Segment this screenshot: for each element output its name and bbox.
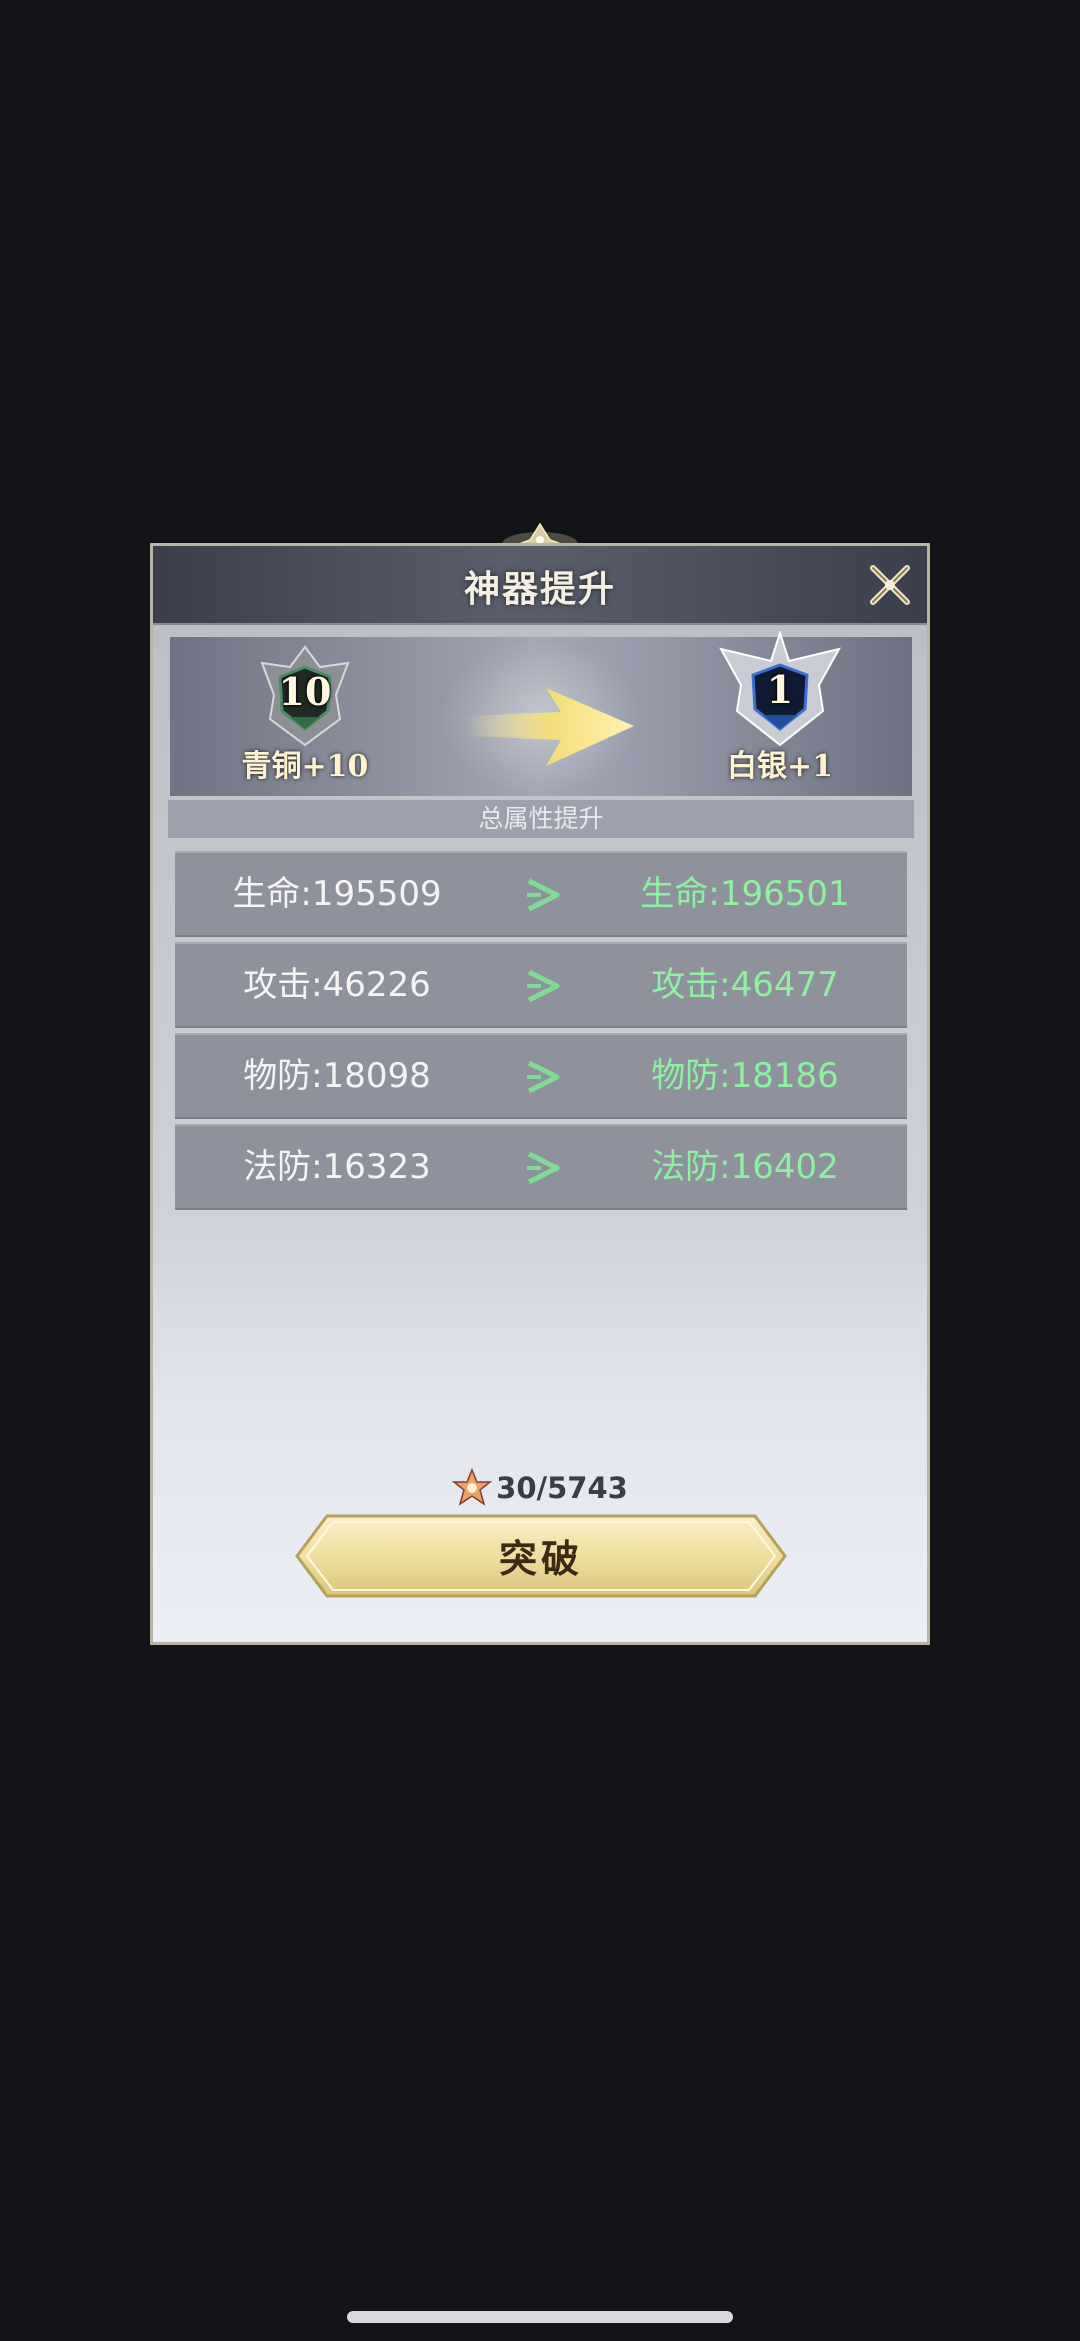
gold-arrow-icon: [466, 688, 634, 766]
stat-current: 生命:195509: [232, 874, 442, 914]
stat-next: 物防:18186: [651, 1056, 839, 1096]
break-through-button[interactable]: 突破: [293, 1512, 789, 1600]
chevron-right-icon: [527, 1151, 560, 1185]
stat-list: 生命:195509 生命:196501 攻击:46226 攻击:46477 物防…: [175, 851, 907, 1215]
stat-current: 法防:16323: [243, 1147, 431, 1187]
artifact-upgrade-dialog: 神器提升 10 青铜+10 1 白银+1 总属性提升 生命:195509 生命:…: [150, 543, 930, 1645]
upgrade-cost: 30/5743: [153, 1468, 927, 1508]
chevron-right-icon: [527, 878, 560, 912]
stat-current: 物防:18098: [243, 1056, 431, 1096]
next-rank-label: 白银+1: [726, 749, 833, 784]
close-x-icon[interactable]: [865, 560, 915, 610]
stat-current: 攻击:46226: [243, 965, 431, 1005]
rank-upgrade-panel: 10 青铜+10 1 白银+1: [170, 629, 912, 796]
current-rank-number: 10: [278, 669, 332, 714]
stat-row-physical-defense: 物防:18098 物防:18186: [175, 1033, 907, 1119]
cost-text: 30/5743: [496, 1471, 628, 1505]
stat-row-attack: 攻击:46226 攻击:46477: [175, 942, 907, 1028]
stat-next: 生命:196501: [640, 874, 850, 914]
dialog-header: 神器提升: [153, 546, 927, 625]
break-through-label: 突破: [498, 1536, 583, 1581]
stat-next: 攻击:46477: [651, 965, 839, 1005]
home-indicator[interactable]: [347, 2311, 733, 2323]
next-rank-number: 1: [766, 667, 794, 712]
stat-row-magic-defense: 法防:16323 法防:16402: [175, 1124, 907, 1210]
current-rank-label: 青铜+10: [241, 749, 369, 784]
stat-row-hp: 生命:195509 生命:196501: [175, 851, 907, 937]
stat-next: 法防:16402: [651, 1147, 839, 1187]
silver-shield-icon: 1: [715, 629, 845, 751]
section-title: 总属性提升: [168, 800, 914, 838]
dialog-title: 神器提升: [463, 568, 616, 610]
chevron-right-icon: [527, 969, 560, 1003]
bronze-shield-icon: 10: [250, 641, 360, 751]
star-shard-icon: [452, 1468, 493, 1506]
chevron-right-icon: [527, 1060, 560, 1094]
